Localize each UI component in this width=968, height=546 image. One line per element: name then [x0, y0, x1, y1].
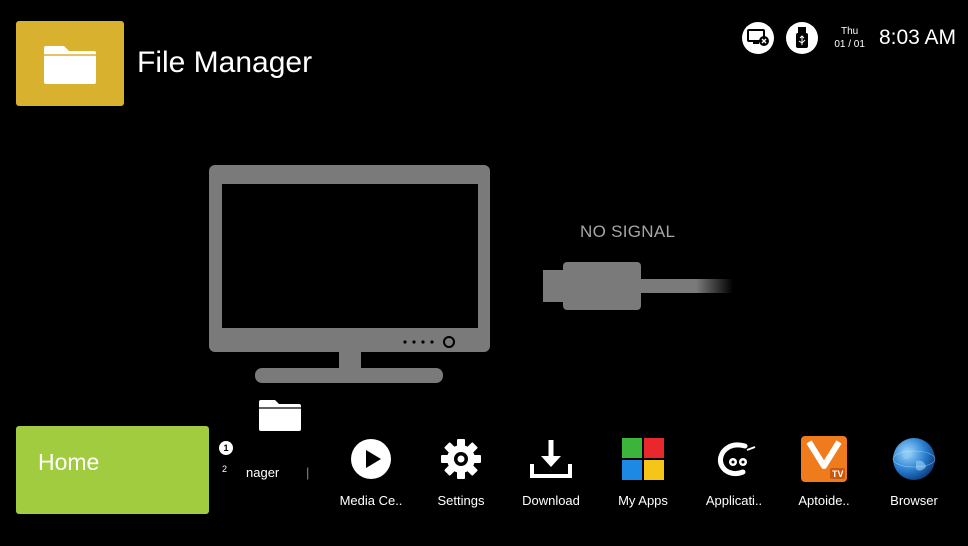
dock-item-aptoide[interactable]: TV Aptoide.. — [784, 436, 864, 508]
dock-label: Browser — [890, 493, 938, 508]
play-icon — [351, 439, 391, 479]
no-signal-text: NO SIGNAL — [580, 222, 676, 241]
dock-label: Download — [522, 493, 580, 508]
usb-icon — [786, 22, 819, 54]
status-bar: Thu 01 / 01 8:03 AM — [742, 20, 956, 56]
dock-label: Aptoide.. — [798, 493, 850, 508]
hdmi-cable-icon — [543, 262, 733, 310]
svg-text:TV: TV — [832, 469, 844, 479]
dock-item-settings[interactable]: Settings — [421, 436, 501, 508]
clock: 8:03 AM — [878, 26, 956, 49]
network-disconnected-icon — [742, 22, 775, 54]
folder-icon — [259, 400, 301, 431]
date-label: 01 / 01 — [834, 39, 865, 50]
dock-label: Settings — [437, 493, 485, 508]
page-title: File Manager — [137, 46, 313, 79]
file-manager-tile[interactable] — [16, 21, 124, 106]
file-manager-dock-label[interactable]: nager — [246, 465, 279, 480]
home-label: Home — [38, 449, 100, 475]
dock-label: Media Ce.. — [339, 493, 403, 508]
notification-badge: 1 — [219, 441, 233, 455]
gear-icon — [441, 439, 481, 479]
dock-label: Applicati.. — [705, 493, 763, 508]
date-display: Thu 01 / 01 — [834, 25, 865, 51]
text-cursor: | — [306, 465, 310, 480]
home-tile[interactable]: Home — [16, 426, 209, 514]
aptoide-tv-icon: TV — [801, 436, 847, 482]
globe-icon — [892, 438, 936, 480]
download-icon — [530, 440, 572, 478]
apps-grid-icon — [622, 438, 664, 480]
application-icon — [717, 442, 756, 477]
item-index: 2 — [222, 464, 228, 474]
dock-item-download[interactable]: Download — [511, 436, 591, 508]
dock-item-applications[interactable]: Applicati.. — [694, 436, 774, 508]
dock-item-media-center[interactable]: Media Ce.. — [331, 436, 411, 508]
folder-icon — [44, 45, 96, 84]
dock-item-browser[interactable]: Browser — [874, 436, 954, 508]
dock-label: My Apps — [618, 493, 668, 508]
dock-item-my-apps[interactable]: My Apps — [603, 436, 683, 508]
tv-monitor-icon — [209, 165, 490, 383]
day-label: Thu — [841, 26, 859, 37]
